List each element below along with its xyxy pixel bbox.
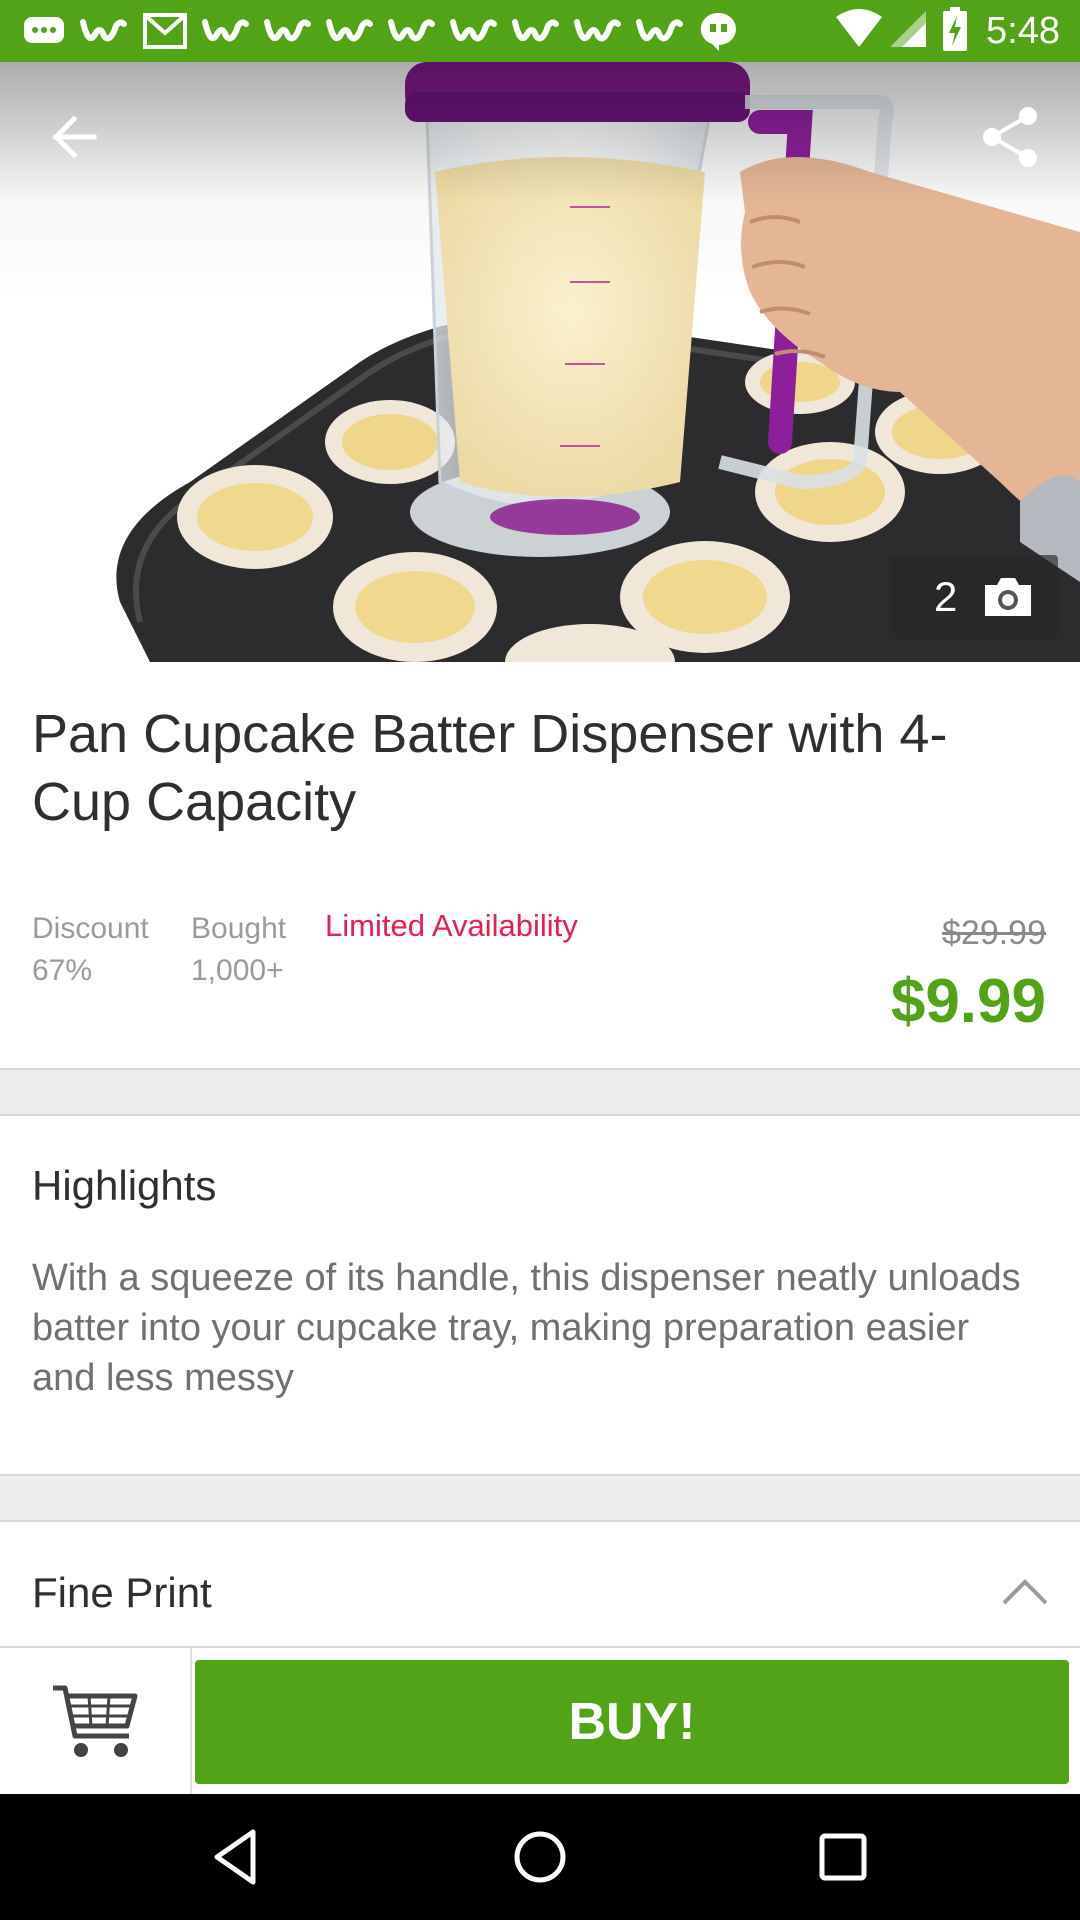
discount-stat: Discount 67%: [32, 908, 149, 992]
discount-value: 67%: [32, 954, 93, 987]
nav-recents-icon: [819, 1833, 867, 1881]
bought-stat: Bought 1,000+: [191, 908, 286, 992]
groupon-icon: [264, 14, 312, 48]
header-scrim: [0, 62, 1080, 202]
camera-icon: [985, 578, 1032, 616]
groupon-icon: [326, 14, 374, 48]
action-bar: BUY!: [0, 1646, 1080, 1796]
nav-back-icon: [214, 1829, 256, 1885]
nav-home-icon: [514, 1831, 566, 1883]
battery-charging-icon: [942, 6, 968, 56]
groupon-icon: [512, 14, 560, 48]
product-title: Pan Cupcake Batter Dispenser with 4-Cup …: [32, 704, 948, 832]
groupon-icon: [80, 14, 128, 48]
photo-count: 2: [934, 573, 958, 620]
product-image-gallery[interactable]: 2: [0, 62, 1080, 662]
highlights-title: Highlights: [32, 1162, 217, 1209]
highlights-text: With a squeeze of its handle, this dispe…: [32, 1257, 1021, 1399]
availability-badge: Limited Availability: [325, 908, 578, 943]
status-bar: 5:48: [0, 0, 1080, 62]
bought-value: 1,000+: [191, 954, 284, 987]
signal-icon: [888, 9, 928, 54]
nav-home-button[interactable]: [505, 1822, 575, 1892]
groupon-icon: [636, 14, 684, 48]
shopping-cart-icon: [53, 1685, 138, 1757]
photo-count-badge[interactable]: 2: [890, 555, 1058, 639]
nav-recents-button[interactable]: [808, 1822, 878, 1892]
groupon-icon: [202, 14, 250, 48]
original-price: $29.99: [942, 914, 1046, 952]
nav-back-button[interactable]: [203, 1822, 273, 1892]
wifi-icon: [834, 8, 884, 54]
gmail-icon: [142, 11, 188, 51]
section-divider: [0, 1068, 1080, 1116]
chat-bubble-icon: [22, 13, 66, 49]
chevron-up-icon: [1002, 1579, 1048, 1605]
add-to-cart-button[interactable]: [0, 1648, 192, 1794]
buy-button[interactable]: BUY!: [195, 1660, 1069, 1784]
arrow-back-icon: [52, 115, 97, 159]
system-status: 5:48: [834, 0, 1060, 62]
groupon-icon: [388, 14, 436, 48]
share-button[interactable]: [976, 102, 1046, 172]
system-nav-bar: [0, 1794, 1080, 1920]
back-button[interactable]: [40, 102, 110, 172]
groupon-icon: [450, 14, 498, 48]
notification-icons: [22, 8, 754, 54]
fine-print-title[interactable]: Fine Print: [32, 1569, 212, 1617]
deal-price: $9.99: [890, 967, 1046, 1036]
share-icon: [983, 107, 1037, 167]
clock: 5:48: [986, 9, 1060, 52]
groupon-icon: [574, 14, 622, 48]
discount-label: Discount: [32, 912, 149, 945]
bought-label: Bought: [191, 912, 287, 945]
hangouts-icon: [698, 10, 740, 52]
fine-print-toggle[interactable]: [1000, 1573, 1050, 1609]
section-divider: [0, 1474, 1080, 1522]
